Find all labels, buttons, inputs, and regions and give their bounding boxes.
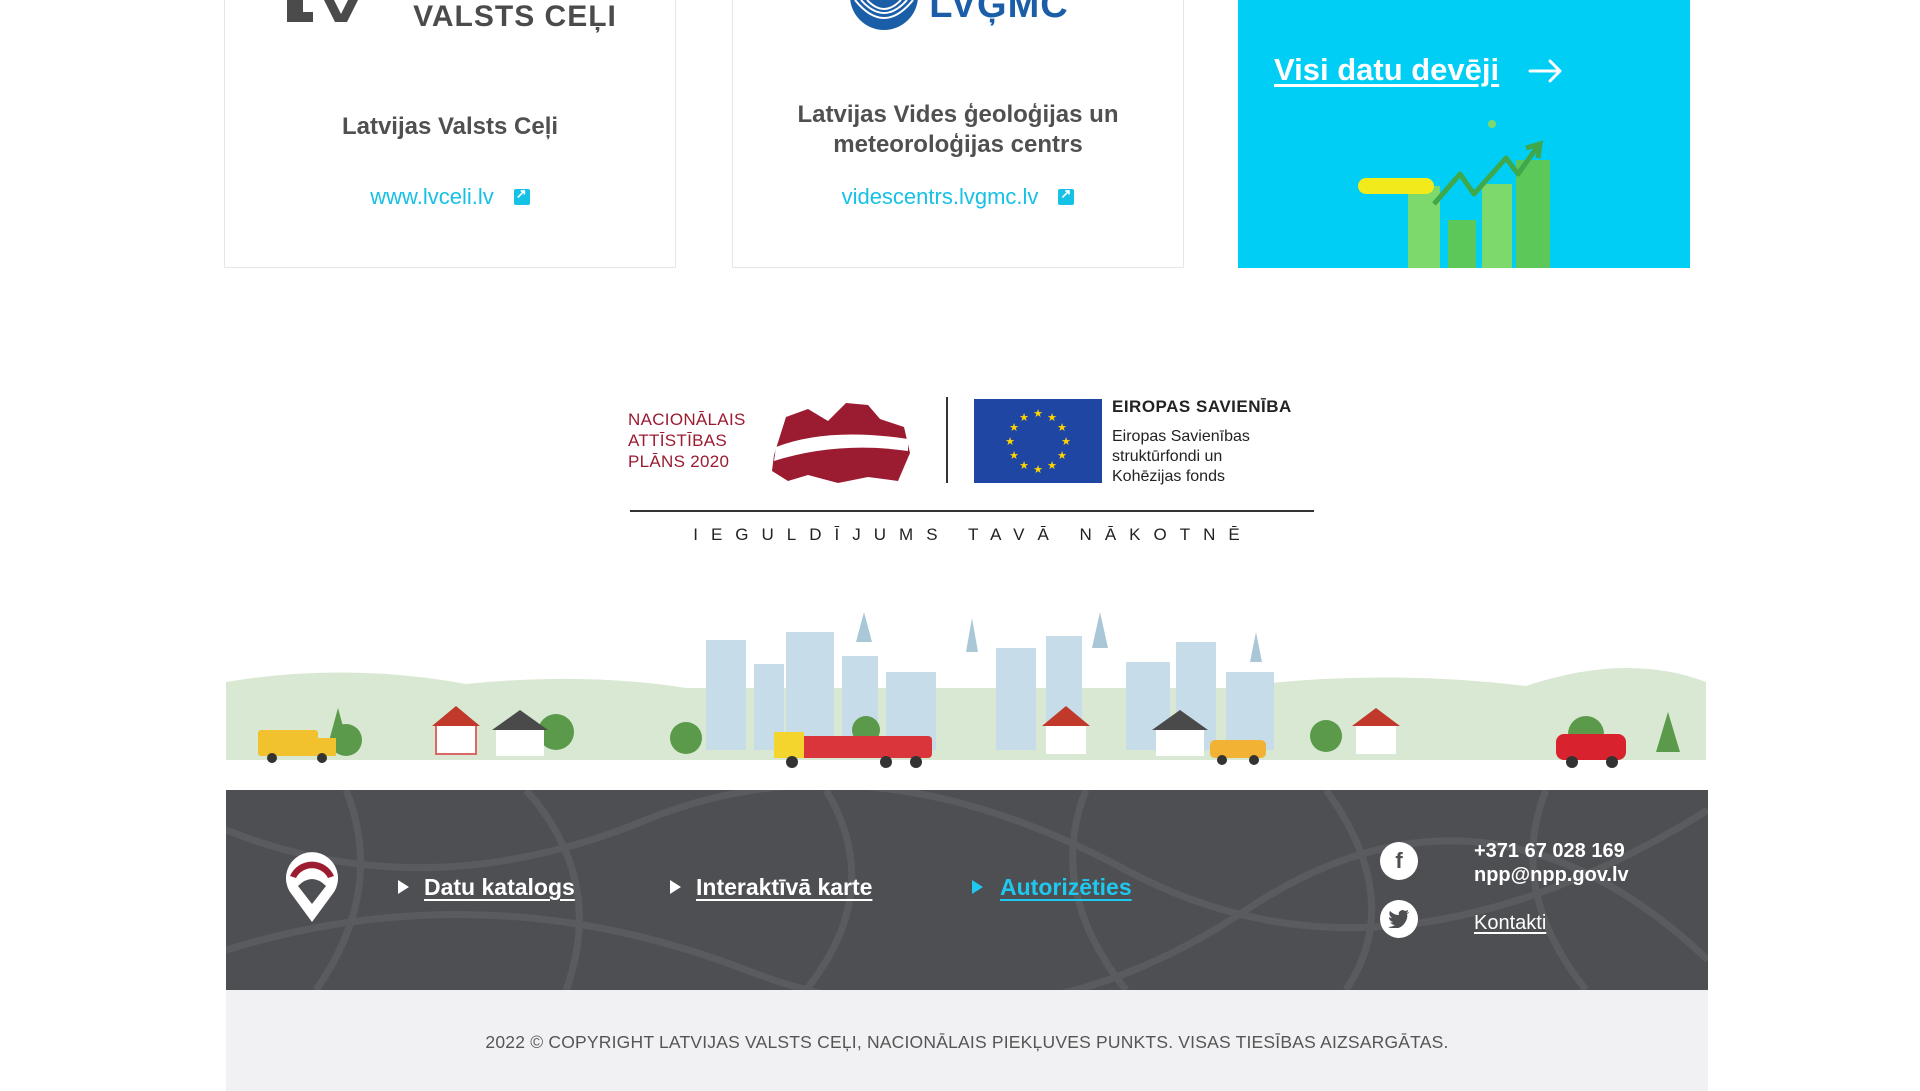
provider-link-text[interactable]: www.lvceli.lv (370, 184, 493, 209)
nav-bullet-icon (972, 880, 983, 894)
svg-text:★: ★ (1009, 421, 1019, 434)
banner-rule (630, 510, 1314, 512)
nav-data-catalog[interactable]: Datu katalogs (424, 874, 575, 901)
eu-title: EIROPAS SAVIENĪBA (1112, 397, 1292, 416)
nap-line: NACIONĀLAIS (628, 410, 746, 429)
nap-line: ATTĪSTĪBAS (628, 431, 728, 450)
eu-subtitle: Eiropas Savienības struktūrfondi un Kohē… (1112, 427, 1250, 487)
nap-2020-text: NACIONĀLAIS ATTĪSTĪBAS PLĀNS 2020 (628, 409, 746, 472)
npp-logo-icon[interactable] (284, 852, 340, 924)
nav-bullet-icon (398, 880, 409, 894)
svg-text:★: ★ (1061, 435, 1071, 448)
svg-text:★: ★ (1047, 411, 1057, 424)
nav-bullet-icon (670, 880, 681, 894)
twitter-bird-icon (1388, 910, 1409, 928)
svg-text:★: ★ (1019, 459, 1029, 472)
contact-email[interactable]: npp@npp.gov.lv (1474, 864, 1629, 887)
eu-motto: IEGULDĪJUMS TAVĀ NĀKOTNĒ (693, 525, 1253, 544)
svg-text:★: ★ (1047, 459, 1057, 472)
lvceli-logo-text: VALSTS CEĻI (413, 0, 617, 33)
nav-interactive-map[interactable]: Interaktīvā karte (696, 874, 872, 901)
nav-login[interactable]: Autorizēties (1000, 874, 1132, 901)
city-skyline-illustration (226, 612, 1706, 790)
site-footer: Datu katalogs Interaktīvā karte Autorizē… (226, 790, 1708, 990)
lvceli-emblem-icon (287, 0, 359, 22)
svg-text:★: ★ (1005, 435, 1015, 448)
svg-text:★: ★ (1033, 463, 1043, 476)
banner-divider (946, 397, 948, 483)
provider-name: Latvijas Vides ģeoloģijas un meteoroloģi… (797, 101, 1119, 158)
facebook-icon[interactable]: f (1380, 842, 1418, 880)
lvgmc-logo-text: LVĢMC (929, 0, 1069, 26)
provider-name: Latvijas Valsts Ceļi (341, 113, 559, 140)
external-link-icon[interactable] (1058, 186, 1075, 205)
lvgmc-globe-icon (850, 0, 919, 30)
data-providers-section: VALSTS CEĻI Latvijas Valsts Ceļi www.lvc… (224, 0, 1690, 268)
provider-link-text[interactable]: videscentrs.lvgmc.lv (842, 184, 1039, 209)
provider-link[interactable]: www.lvceli.lv (225, 184, 675, 210)
eu-funding-banner: NACIONĀLAIS ATTĪSTĪBAS PLĀNS 2020 ★ ★ ★ … (628, 395, 1314, 545)
provider-card-lvceli[interactable]: VALSTS CEĻI Latvijas Valsts Ceļi www.lvc… (224, 0, 676, 268)
copyright-text: 2022 © COPYRIGHT LATVIJAS VALSTS CEĻI, N… (485, 1032, 1449, 1052)
external-link-icon[interactable] (513, 186, 530, 205)
all-providers-card[interactable]: Visi datu devēji (1238, 0, 1690, 268)
lvceli-logo: VALSTS CEĻI (225, 0, 675, 38)
nap-line: PLĀNS 2020 (628, 452, 730, 471)
svg-text:★: ★ (1057, 421, 1067, 434)
svg-text:★: ★ (1033, 407, 1043, 420)
growth-chart-illustration (1358, 120, 1550, 268)
lvgmc-logo: LVĢMC (733, 0, 1183, 38)
contact-phone[interactable]: +371 67 028 169 (1474, 840, 1625, 863)
svg-text:★: ★ (1057, 449, 1067, 462)
eu-flag-icon: ★ ★ ★ ★ ★ ★ ★ ★ ★ ★ ★ ★ (974, 399, 1102, 483)
svg-text:★: ★ (1019, 411, 1029, 424)
svg-text:★: ★ (1009, 449, 1019, 462)
twitter-icon[interactable] (1380, 900, 1418, 938)
contacts-link[interactable]: Kontakti (1474, 912, 1546, 935)
eu-sub-line: struktūrfondi un (1112, 448, 1223, 465)
eu-sub-line: Eiropas Savienības (1112, 428, 1250, 445)
provider-card-lvgmc[interactable]: LVĢMC Latvijas Vides ģeoloģijas un meteo… (732, 0, 1184, 268)
copyright-bar: 2022 © COPYRIGHT LATVIJAS VALSTS CEĻI, N… (226, 990, 1708, 1091)
latvia-map-logo (772, 403, 910, 483)
eu-sub-line: Kohēzijas fonds (1112, 468, 1225, 485)
provider-link[interactable]: videscentrs.lvgmc.lv (733, 184, 1183, 210)
